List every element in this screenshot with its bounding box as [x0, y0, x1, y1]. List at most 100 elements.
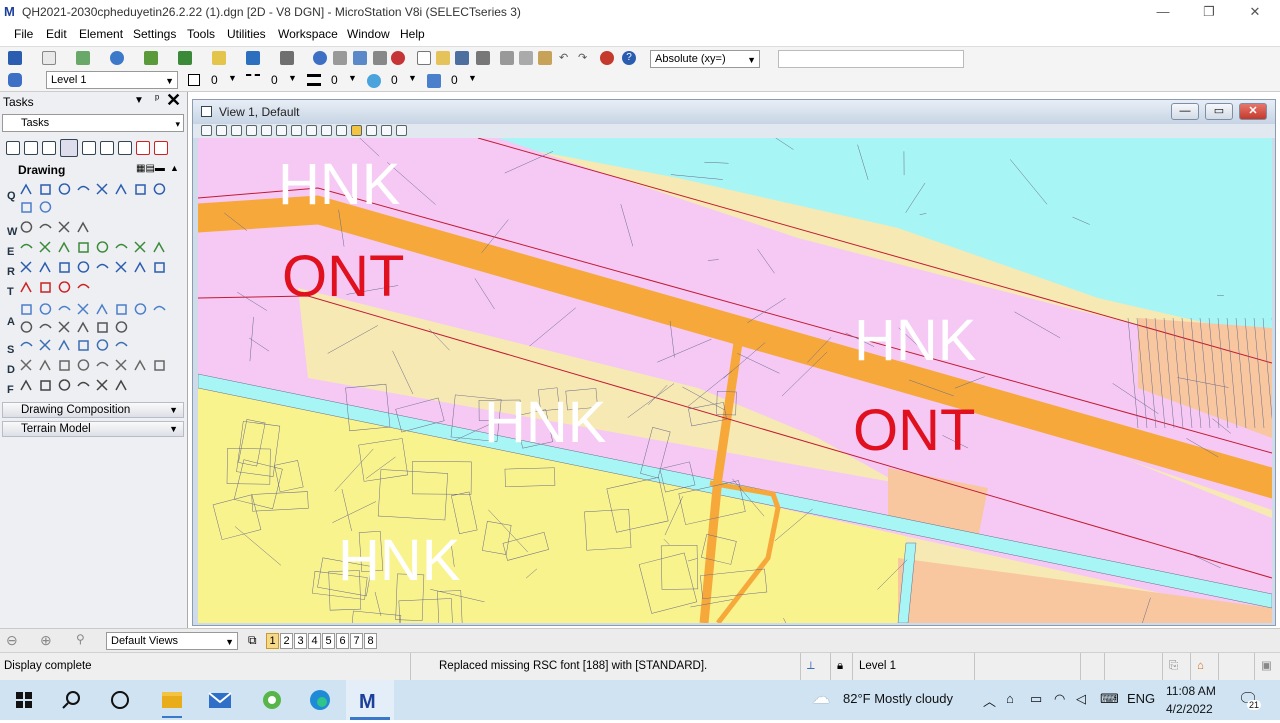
view-control-icon[interactable] — [321, 125, 332, 136]
drawing-tool-icon[interactable] — [76, 182, 91, 197]
drawing-tool-icon[interactable] — [19, 280, 34, 295]
drawing-tool-icon[interactable] — [19, 338, 34, 353]
language-indicator[interactable]: ENG — [1127, 691, 1155, 706]
drawing-tool-icon[interactable] — [38, 240, 53, 255]
drawing-tool-icon[interactable] — [76, 302, 91, 317]
open-icon[interactable] — [42, 51, 56, 65]
drawing-tool-icon[interactable] — [114, 320, 129, 335]
restore-button[interactable]: ❐ — [1186, 0, 1232, 24]
drawing-tool-icon[interactable] — [19, 320, 34, 335]
view-control-icon[interactable] — [381, 125, 392, 136]
view-control-icon[interactable] — [291, 125, 302, 136]
view-control-icon[interactable] — [201, 125, 212, 136]
chevron-down-icon[interactable]: ▼ — [408, 73, 417, 83]
drawing-tool-icon[interactable] — [38, 280, 53, 295]
drawing-tool-icon[interactable] — [76, 320, 91, 335]
select-9-icon[interactable] — [154, 141, 168, 155]
clock-time[interactable]: 11:08 AM — [1166, 684, 1216, 698]
new-icon[interactable] — [417, 51, 431, 65]
select-7-icon[interactable] — [118, 141, 132, 155]
save-icon[interactable] — [455, 51, 469, 65]
drawing-tool-icon[interactable] — [19, 378, 34, 393]
drawing-canvas[interactable]: HNKONTHNKONTHNKHNK — [198, 138, 1272, 623]
drawing-tool-icon[interactable] — [95, 320, 110, 335]
drawing-tool-icon[interactable] — [76, 220, 91, 235]
view-manager-icon[interactable]: ⧉ — [248, 633, 257, 648]
drawing-tool-icon[interactable] — [76, 338, 91, 353]
drawing-tool-icon[interactable] — [57, 182, 72, 197]
drawing-tool-icon[interactable] — [114, 182, 129, 197]
view-maximize-button[interactable]: ▭ — [1205, 103, 1233, 120]
menu-tools[interactable]: Tools — [187, 27, 215, 41]
measure-icon[interactable] — [333, 51, 347, 65]
search-icon[interactable] — [48, 680, 96, 720]
chevron-down-icon[interactable]: ▼ — [134, 95, 144, 106]
view-mode-icon[interactable]: ▦▤▬ — [136, 163, 165, 174]
microstation-taskbar-icon[interactable]: M — [346, 680, 394, 720]
key-in-field[interactable] — [778, 50, 964, 68]
drawing-tool-icon[interactable] — [152, 302, 167, 317]
lock-icon[interactable] — [373, 51, 387, 65]
start-icon[interactable] — [0, 680, 48, 720]
drawing-tool-icon[interactable] — [57, 338, 72, 353]
view-3-button[interactable]: 3 — [294, 633, 307, 649]
menu-utilities[interactable]: Utilities — [227, 27, 266, 41]
home-icon[interactable]: ⌂ — [1190, 653, 1218, 680]
drawing-tool-icon[interactable] — [152, 260, 167, 275]
drawing-tool-icon[interactable] — [57, 240, 72, 255]
models-icon[interactable] — [76, 51, 90, 65]
view-control-icon[interactable] — [261, 125, 272, 136]
drawing-tool-icon[interactable] — [95, 182, 110, 197]
drawing-tool-icon[interactable] — [152, 182, 167, 197]
transparency-icon[interactable] — [367, 74, 381, 88]
new-file-icon[interactable] — [8, 51, 22, 65]
select-4-icon[interactable] — [60, 139, 78, 157]
color-icon[interactable] — [188, 74, 200, 86]
app-green-icon[interactable] — [248, 680, 296, 720]
drawing-tool-icon[interactable] — [133, 260, 148, 275]
line-weight-icon[interactable] — [307, 74, 321, 86]
view-1-button[interactable]: 1 — [266, 633, 279, 649]
menu-help[interactable]: Help — [400, 27, 425, 41]
drawing-tool-icon[interactable] — [95, 302, 110, 317]
drawing-tool-icon[interactable] — [38, 320, 53, 335]
close-icon[interactable]: ✕ — [166, 90, 181, 111]
weather-text[interactable]: 82°F Mostly cloudy — [843, 691, 953, 706]
view-2-button[interactable]: 2 — [280, 633, 293, 649]
view-7-button[interactable]: 7 — [350, 633, 363, 649]
drawing-composition-section[interactable]: Drawing Composition▼ — [2, 402, 184, 418]
forward-icon[interactable]: ⊕ — [40, 632, 52, 649]
drawing-tool-icon[interactable] — [76, 280, 91, 295]
undo-icon[interactable]: ↶ — [559, 51, 573, 65]
file-explorer-icon[interactable] — [148, 680, 196, 720]
drawing-tool-icon[interactable] — [57, 378, 72, 393]
element-selection-icon[interactable] — [6, 141, 20, 155]
drawing-tool-icon[interactable] — [95, 378, 110, 393]
view-close-button[interactable]: ✕ — [1239, 103, 1267, 120]
line-style-icon[interactable] — [246, 74, 260, 84]
drawing-tool-icon[interactable] — [95, 240, 110, 255]
references-icon[interactable] — [110, 51, 124, 65]
view-control-icon[interactable] — [396, 125, 407, 136]
view-group-select[interactable]: Default Views▼ — [106, 632, 238, 650]
drawing-tool-icon[interactable] — [57, 260, 72, 275]
drawing-tool-icon[interactable] — [38, 338, 53, 353]
weight-value[interactable]: 0 — [331, 73, 338, 87]
menu-element[interactable]: Element — [79, 27, 123, 41]
back-icon[interactable]: ⊖ — [6, 632, 18, 649]
menu-settings[interactable]: Settings — [133, 27, 176, 41]
view-control-icon[interactable] — [216, 125, 227, 136]
drawing-tool-icon[interactable] — [76, 378, 91, 393]
help-icon[interactable]: ? — [622, 51, 636, 65]
chevron-down-icon[interactable]: ▼ — [288, 73, 297, 83]
folder-icon[interactable] — [436, 51, 450, 65]
land-use-map[interactable]: HNKONTHNKONTHNKHNK — [198, 138, 1272, 623]
view-control-icon[interactable] — [246, 125, 257, 136]
find-icon[interactable] — [246, 51, 260, 65]
message-center-icon[interactable]: ▣ — [1254, 653, 1280, 680]
level-select[interactable]: Level 1▼ — [46, 71, 178, 89]
clock-date[interactable]: 4/2/2022 — [1166, 702, 1213, 716]
chevron-down-icon[interactable]: ▼ — [228, 73, 237, 83]
coordinate-mode-select[interactable]: Absolute (xy=)▼ — [650, 50, 760, 68]
view-6-button[interactable]: 6 — [336, 633, 349, 649]
